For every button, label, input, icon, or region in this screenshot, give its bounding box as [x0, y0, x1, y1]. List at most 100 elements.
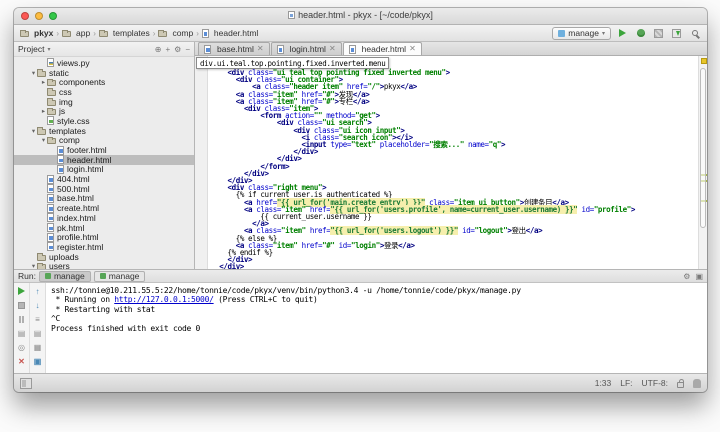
pin-tab-button[interactable]: ◎ [17, 342, 27, 352]
editor-tab[interactable]: header.html ✕ [342, 42, 422, 55]
show-console-button[interactable]: ▤ [17, 328, 27, 338]
tree-down-arrow-icon[interactable]: ▾ [30, 127, 37, 135]
tree-item-pk-html[interactable]: pk.html [14, 223, 194, 233]
close-button[interactable]: ✕ [17, 356, 27, 366]
breadcrumb-item[interactable]: app [62, 28, 90, 38]
rerun-button[interactable] [17, 286, 27, 296]
editor-tab[interactable]: base.html ✕ [198, 42, 270, 55]
code-text[interactable]: <div class="ui teal top pointing fixed i… [208, 56, 698, 269]
tree-item-views-py[interactable]: views.py [14, 58, 194, 68]
tree-item-users[interactable]: ▾ users [14, 261, 194, 269]
code-line: </div> [211, 256, 696, 264]
tree-item-comp[interactable]: ▾ comp [14, 135, 194, 145]
breadcrumb-item[interactable]: templates [98, 28, 150, 38]
tree-item-style-css[interactable]: style.css [14, 116, 194, 126]
close-tab-icon[interactable]: ✕ [409, 45, 416, 53]
html-file-icon [204, 44, 211, 54]
run-button[interactable] [616, 27, 629, 40]
run-tab[interactable]: manage [93, 270, 146, 282]
hector-icon[interactable] [693, 378, 701, 388]
soft-wrap-button[interactable]: ≡ [33, 314, 43, 324]
console-output[interactable]: ssh://tonnie@10.211.55.5:22/home/tonnie/… [46, 283, 707, 373]
up-stack-button[interactable]: ↑ [33, 286, 43, 296]
lock-icon[interactable] [677, 378, 684, 388]
title-bar[interactable]: header.html - pkyx - [~/code/pkyx] [14, 8, 707, 25]
toolwindow-toggle-icon[interactable] [20, 377, 32, 389]
tree-item-templates[interactable]: ▾ templates [14, 126, 194, 136]
error-stripe[interactable] [698, 56, 707, 269]
tree-down-arrow-icon[interactable]: ▾ [30, 262, 37, 269]
tree-item-label: profile.html [57, 232, 99, 243]
dock-icon[interactable]: ▣ [695, 272, 703, 281]
folder-icon [47, 88, 56, 96]
html-file-icon [47, 184, 54, 194]
caret-position[interactable]: 1:33 [595, 378, 612, 388]
editor-tab[interactable]: login.html ✕ [270, 42, 342, 55]
tree-down-arrow-icon[interactable]: ▾ [40, 136, 47, 144]
tree-item-index-html[interactable]: index.html [14, 213, 194, 223]
locate-icon[interactable]: ⊕ [155, 45, 162, 54]
code-area[interactable]: <div class="ui teal top pointing fixed i… [195, 56, 707, 269]
tree-item-profile-html[interactable]: profile.html [14, 232, 194, 242]
tree-item-label: pk.html [57, 222, 85, 233]
run-configuration-dropdown[interactable]: manage ▾ [552, 26, 611, 40]
tree-item-500-html[interactable]: 500.html [14, 184, 194, 194]
tree-item-uploads[interactable]: uploads [14, 252, 194, 262]
run-tab[interactable]: manage [38, 270, 91, 282]
tree-item-create-html[interactable]: create.html [14, 203, 194, 213]
tree-item-js[interactable]: ▸ js [14, 106, 194, 116]
tree-item-footer-html[interactable]: footer.html [14, 145, 194, 155]
code-segment: "item" [272, 240, 298, 250]
breadcrumb-separator-icon: › [196, 28, 199, 38]
chevron-down-icon[interactable]: ▾ [47, 46, 50, 53]
tree-item-css[interactable]: css [14, 87, 194, 97]
deploy-button[interactable] [670, 27, 683, 40]
tree-right-arrow-icon[interactable]: ▸ [40, 107, 47, 115]
tree-item-label: 500.html [57, 183, 90, 194]
code-segment: type= [330, 140, 351, 150]
scrollbar-thumb[interactable] [700, 68, 706, 228]
line-separator[interactable]: LF: [620, 378, 632, 388]
debug-button[interactable] [634, 27, 647, 40]
breadcrumb-item[interactable]: comp [158, 28, 193, 38]
file-encoding[interactable]: UTF-8: [642, 378, 668, 388]
tree-item-base-html[interactable]: base.html [14, 193, 194, 203]
console-link[interactable]: http://127.0.0.1:5000/ [114, 295, 214, 304]
tree-item-img[interactable]: img [14, 97, 194, 107]
tree-right-arrow-icon[interactable]: ▸ [40, 78, 47, 86]
tree-item-label: js [59, 106, 66, 117]
tree-item-404-html[interactable]: 404.html [14, 174, 194, 184]
collapse-all-icon[interactable]: − [185, 45, 190, 54]
gear-icon[interactable]: ⚙ [683, 272, 690, 281]
console-text: (Press CTRL+C to quit) [213, 295, 318, 305]
tree-item-register-html[interactable]: register.html [14, 242, 194, 252]
project-tree: views.py ▾ static ▸ components css img ▸ js style… [14, 57, 194, 269]
tree-item-components[interactable]: ▸ components [14, 77, 194, 87]
scroll-to-end-button[interactable]: ▤ [33, 328, 43, 338]
close-tab-icon[interactable]: ✕ [329, 45, 336, 53]
code-segment: > [630, 204, 636, 214]
tree-item-static[interactable]: ▾ static [14, 68, 194, 78]
breadcrumb-item[interactable]: pkyx [20, 28, 53, 38]
coverage-icon [654, 28, 663, 38]
tree-item-label: views.py [57, 57, 90, 68]
scroll-to-source-icon[interactable]: + [165, 45, 170, 54]
close-tab-icon[interactable]: ✕ [257, 45, 264, 53]
tree-item-label: users [49, 261, 70, 269]
tree-item-label: img [59, 96, 73, 107]
down-stack-button[interactable]: ↓ [33, 300, 43, 310]
tree-item-login-html[interactable]: login.html [14, 164, 194, 174]
coverage-button[interactable] [652, 27, 665, 40]
breadcrumb-item[interactable]: header.html [201, 28, 258, 38]
clear-all-button[interactable]: ▣ [33, 356, 43, 366]
desktop: header.html - pkyx - [~/code/pkyx] pkyx ›… [0, 0, 720, 432]
print-button[interactable]: ▦ [33, 342, 43, 352]
search-everywhere-button[interactable] [688, 27, 701, 40]
pause-output-button[interactable] [17, 314, 27, 324]
stop-button[interactable] [17, 300, 27, 310]
gear-icon[interactable]: ⚙ [174, 45, 181, 54]
tree-item-header-html[interactable]: header.html [14, 155, 194, 165]
code-segment: 登出 [511, 226, 527, 236]
tree-down-arrow-icon[interactable]: ▾ [30, 69, 37, 77]
file-warning-marker[interactable] [700, 58, 707, 64]
